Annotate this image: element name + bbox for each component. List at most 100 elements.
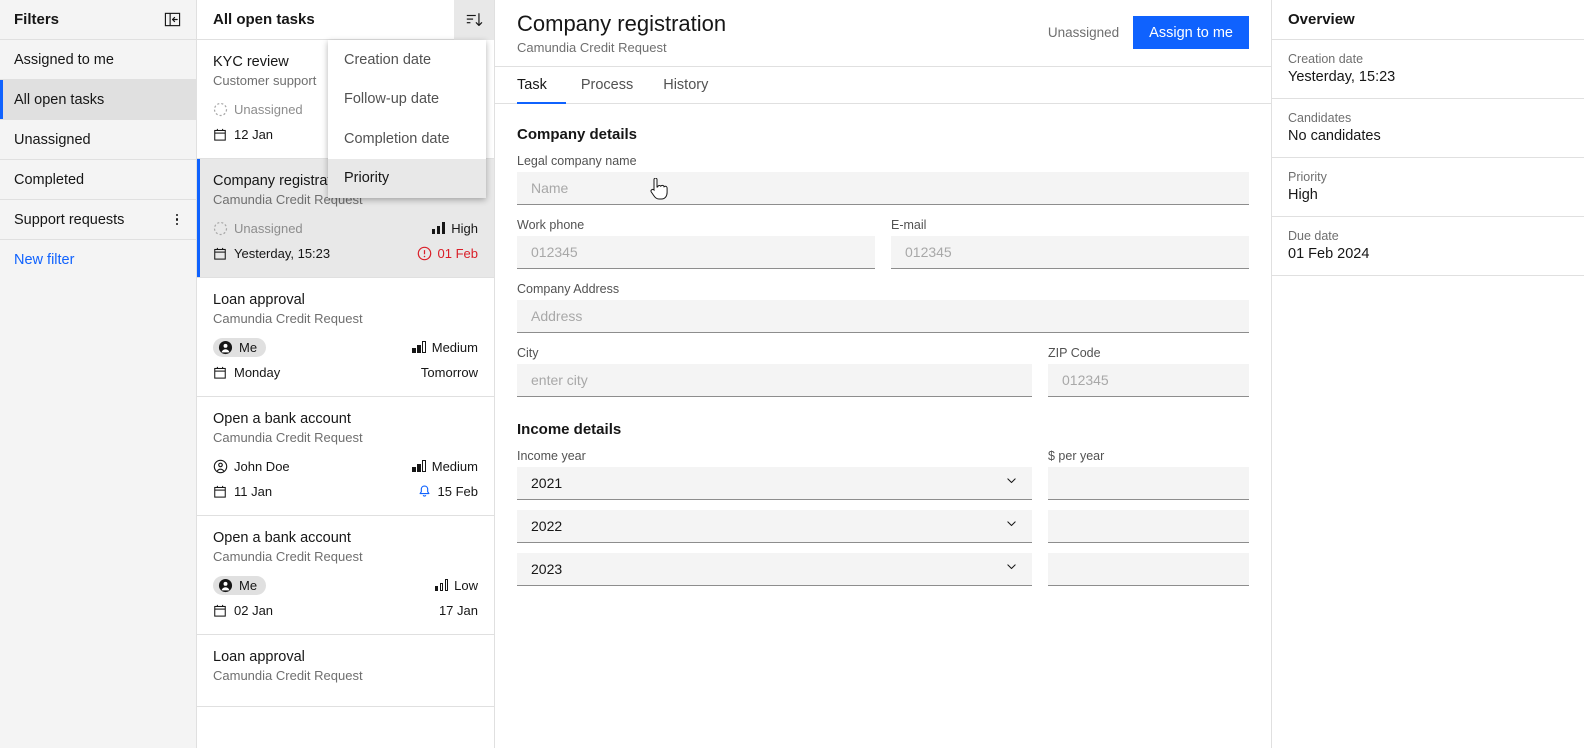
- income-amount-input[interactable]: [1048, 467, 1249, 500]
- income-details-section: Income details Income year $ per year: [517, 421, 1249, 586]
- city-group: City: [517, 346, 1032, 397]
- task-card-assignee-row: UnassignedHigh: [213, 217, 478, 239]
- zip-code-input[interactable]: [1048, 364, 1249, 397]
- overview-item-value: Yesterday, 15:23: [1288, 69, 1568, 85]
- work-phone-group: Work phone: [517, 218, 875, 269]
- company-address-input[interactable]: [517, 300, 1249, 333]
- legal-company-name-group: Legal company name: [517, 154, 1249, 205]
- task-card-process: Camundia Credit Request: [213, 549, 478, 564]
- work-phone-input[interactable]: [517, 236, 875, 269]
- overview-item-creation-date: Creation dateYesterday, 15:23: [1272, 40, 1584, 99]
- sidebar-item-all-open-tasks[interactable]: All open tasks: [0, 80, 196, 120]
- income-amount-input[interactable]: [1048, 510, 1249, 543]
- overview-title: Overview: [1288, 11, 1355, 28]
- overview-item-value: 01 Feb 2024: [1288, 246, 1568, 262]
- task-card-creation-date: Monday: [213, 365, 280, 380]
- zip-code-label: ZIP Code: [1048, 346, 1249, 360]
- filters-header: Filters: [0, 0, 196, 40]
- sort-option-creation-date[interactable]: Creation date: [328, 40, 486, 80]
- task-card-process: Camundia Credit Request: [213, 668, 478, 683]
- user-outline-icon: [213, 459, 228, 474]
- task-card-process: Camundia Credit Request: [213, 430, 478, 445]
- collapse-panel-icon[interactable]: [162, 10, 182, 30]
- follow-up-bell-icon: [417, 484, 432, 499]
- assignee-badge: John Doe: [213, 459, 290, 474]
- income-amount-input[interactable]: [1048, 553, 1249, 586]
- unassigned-icon: [213, 221, 228, 236]
- new-filter-link[interactable]: New filter: [0, 240, 196, 280]
- user-filled-icon: [218, 578, 233, 593]
- company-details-heading: Company details: [517, 126, 1249, 143]
- task-card[interactable]: Open a bank account Camundia Credit Reque…: [197, 397, 494, 516]
- calendar-icon: [213, 365, 227, 380]
- sidebar-item-unassigned[interactable]: Unassigned: [0, 120, 196, 160]
- tab-task[interactable]: Task: [517, 67, 566, 104]
- task-card-date-row: 02 Jan17 Jan: [213, 599, 478, 621]
- assignee-label: Unassigned: [234, 221, 303, 236]
- priority-bars-icon: [412, 460, 426, 472]
- assign-to-me-button[interactable]: Assign to me: [1133, 16, 1249, 49]
- city-input[interactable]: [517, 364, 1032, 397]
- filters-sidebar: Filters Assigned to me All open tasks Unas…: [0, 0, 197, 748]
- sidebar-item-support-requests[interactable]: Support requests: [0, 200, 196, 240]
- sidebar-item-completed[interactable]: Completed: [0, 160, 196, 200]
- sidebar-item-label: Assigned to me: [14, 52, 114, 68]
- income-details-heading: Income details: [517, 421, 1249, 438]
- company-address-label: Company Address: [517, 282, 1249, 296]
- tab-process[interactable]: Process: [566, 67, 648, 104]
- work-phone-label: Work phone: [517, 218, 875, 232]
- sort-option-follow-up-date[interactable]: Follow-up date: [328, 80, 486, 120]
- legal-company-name-input[interactable]: [517, 172, 1249, 205]
- assignee-badge: Unassigned: [213, 102, 303, 117]
- priority-bars-icon: [435, 579, 449, 591]
- task-list-panel: All open tasks KYC reviewCustomer suppor…: [197, 0, 495, 748]
- task-card-name: Open a bank account: [213, 411, 478, 427]
- tab-history[interactable]: History: [648, 67, 723, 104]
- task-card-assignee-row: MeLow: [213, 574, 478, 596]
- task-application: Filters Assigned to me All open tasks Unas…: [0, 0, 1584, 748]
- income-row: [517, 510, 1249, 543]
- due-date-label: 15 Feb: [438, 484, 478, 499]
- sidebar-item-label: All open tasks: [14, 92, 104, 108]
- income-row: [517, 553, 1249, 586]
- creation-date-label: 02 Jan: [234, 603, 273, 618]
- income-year-select[interactable]: [517, 510, 1032, 543]
- task-card-assignee-row: John Doe Medium: [213, 455, 478, 477]
- overview-item-label: Candidates: [1288, 111, 1568, 125]
- income-year-select[interactable]: [517, 553, 1032, 586]
- overview-item-priority: PriorityHigh: [1272, 158, 1584, 217]
- task-detail-actions: Unassigned Assign to me: [1048, 10, 1249, 49]
- task-card-name: Open a bank account: [213, 530, 478, 546]
- address-row: Company Address: [517, 282, 1249, 333]
- task-card-priority: Medium: [412, 340, 478, 355]
- income-year-select-wrap: [517, 510, 1032, 543]
- task-card-name: Loan approval: [213, 292, 478, 308]
- assignment-status: Unassigned: [1048, 25, 1119, 40]
- sidebar-item-assigned-to-me[interactable]: Assigned to me: [0, 40, 196, 80]
- task-card-process: Camundia Credit Request: [213, 311, 478, 326]
- priority-label: Medium: [432, 459, 478, 474]
- task-card-creation-date: 02 Jan: [213, 603, 273, 618]
- sort-descending-icon[interactable]: [454, 0, 494, 40]
- task-detail-tabs: TaskProcessHistory: [495, 67, 1271, 104]
- task-card[interactable]: Loan approvalCamundia Credit Request: [197, 635, 494, 707]
- email-field[interactable]: [891, 236, 1249, 269]
- task-card-due-date: 15 Feb: [417, 484, 478, 499]
- assignee-label: Unassigned: [234, 102, 303, 117]
- zip-group: ZIP Code: [1048, 346, 1249, 397]
- sort-option-completion-date[interactable]: Completion date: [328, 119, 486, 159]
- creation-date-label: Yesterday, 15:23: [234, 246, 330, 261]
- income-amount-cell: [1048, 510, 1249, 543]
- overview-item-label: Priority: [1288, 170, 1568, 184]
- task-card-creation-date: 12 Jan: [213, 127, 273, 142]
- task-card[interactable]: Open a bank account Camundia Credit Reque…: [197, 516, 494, 635]
- income-year-select-wrap: [517, 467, 1032, 500]
- sort-dropdown-menu: Creation dateFollow-up dateCompletion da…: [328, 40, 486, 198]
- task-card[interactable]: Loan approvalCamundia Credit RequestMeMe…: [197, 278, 494, 397]
- income-header-row: Income year $ per year: [517, 449, 1249, 467]
- overflow-menu-icon[interactable]: [172, 210, 183, 230]
- income-year-select[interactable]: [517, 467, 1032, 500]
- overview-item-value: No candidates: [1288, 128, 1568, 144]
- due-date-label: 01 Feb: [438, 246, 478, 261]
- sort-option-priority[interactable]: Priority: [328, 159, 486, 199]
